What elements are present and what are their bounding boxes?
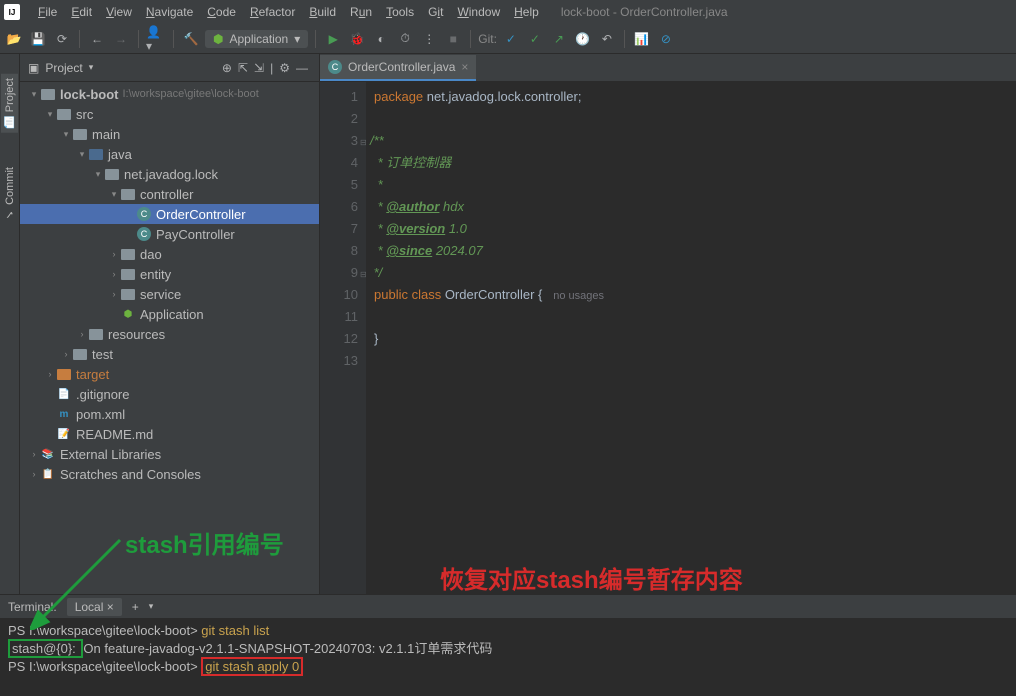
tree-readme[interactable]: 📝README.md — [20, 424, 319, 444]
commit-side-tab[interactable]: ✓ Commit — [1, 163, 18, 225]
code-editor[interactable]: 123 456 789 101112 13 package net.javado… — [320, 82, 1016, 594]
menu-refactor[interactable]: Refactor — [244, 3, 301, 21]
tree-controller[interactable]: ▾controller — [20, 184, 319, 204]
project-side-tab[interactable]: 📄 Project — [1, 74, 18, 133]
tree-scratches[interactable]: ›📋Scratches and Consoles — [20, 464, 319, 484]
tree-test[interactable]: ›test — [20, 344, 319, 364]
tree-order-controller[interactable]: COrderController — [20, 204, 319, 224]
editor-tab-order[interactable]: C OrderController.java × — [320, 55, 476, 81]
git-label: Git: — [478, 32, 497, 46]
tree-main[interactable]: ▾main — [20, 124, 319, 144]
profile-icon[interactable]: ⏱ — [395, 29, 415, 49]
annotation-arrow-icon — [30, 530, 130, 630]
stash-apply-highlight: git stash apply 0 — [201, 657, 303, 676]
back-icon[interactable]: ← — [87, 29, 107, 49]
stats-icon[interactable]: 📊 — [632, 29, 652, 49]
dropdown-icon: ▾ — [294, 32, 300, 46]
terminal-dropdown-icon[interactable]: ▾ — [149, 601, 154, 612]
window-title: lock-boot - OrderController.java — [561, 5, 728, 19]
target-icon[interactable]: ⊕ — [219, 61, 235, 75]
menu-window[interactable]: Window — [451, 3, 506, 21]
close-tab-icon[interactable]: × — [461, 60, 468, 74]
menu-build[interactable]: Build — [303, 3, 342, 21]
hide-icon[interactable]: — — [293, 61, 311, 75]
git-update-icon[interactable]: ✓ — [501, 29, 521, 49]
coverage-icon[interactable]: ◐ — [371, 29, 391, 49]
collapse-icon[interactable]: ⇲ — [251, 61, 267, 75]
terminal-body[interactable]: PS I:\workspace\gitee\lock-boot> git sta… — [0, 618, 1016, 696]
menu-navigate[interactable]: Navigate — [140, 3, 199, 21]
stop-icon[interactable]: ■ — [443, 29, 463, 49]
code-body[interactable]: package net.javadog.lock.controller; ⊟/*… — [366, 82, 1016, 594]
build-icon[interactable]: 🔨 — [181, 29, 201, 49]
git-commit-icon[interactable]: ✓ — [525, 29, 545, 49]
stash-ref-highlight: stash@{0}: — [8, 639, 83, 658]
debug-icon[interactable]: 🐞 — [347, 29, 367, 49]
refresh-icon[interactable]: ⟳ — [52, 29, 72, 49]
run-config-selector[interactable]: ⬢ Application ▾ — [205, 30, 308, 48]
tree-target[interactable]: ›target — [20, 364, 319, 384]
tree-gitignore[interactable]: 📄.gitignore — [20, 384, 319, 404]
menu-file[interactable]: File — [32, 3, 63, 21]
menu-help[interactable]: Help — [508, 3, 545, 21]
project-tree: ▾lock-bootI:\workspace\gitee\lock-boot ▾… — [20, 82, 319, 594]
tree-pay-controller[interactable]: CPayController — [20, 224, 319, 244]
git-history-icon[interactable]: 🕐 — [573, 29, 593, 49]
more-run-icon[interactable]: ⋮ — [419, 29, 439, 49]
gutter: 123 456 789 101112 13 — [320, 82, 366, 594]
menu-run[interactable]: Run — [344, 3, 378, 21]
menu-tools[interactable]: Tools — [380, 3, 420, 21]
editor-tabs: C OrderController.java × — [320, 54, 1016, 82]
tree-src[interactable]: ▾src — [20, 104, 319, 124]
tree-application[interactable]: ⬢Application — [20, 304, 319, 324]
user-icon[interactable]: 👤▾ — [146, 29, 166, 49]
editor-tab-label: OrderController.java — [348, 60, 455, 74]
expand-icon[interactable]: ⇱ — [235, 61, 251, 75]
divider: | — [267, 61, 276, 75]
save-icon[interactable]: 💾 — [28, 29, 48, 49]
spring-icon: ⬢ — [213, 32, 223, 46]
left-side-tabs: 📄 Project ✓ Commit — [0, 54, 20, 594]
menu-code[interactable]: Code — [201, 3, 242, 21]
run-config-label: Application — [229, 32, 288, 46]
menu-edit[interactable]: Edit — [65, 3, 98, 21]
app-logo: IJ — [4, 4, 20, 20]
block-icon[interactable]: ⊘ — [656, 29, 676, 49]
tree-dao[interactable]: ›dao — [20, 244, 319, 264]
project-icon: ▣ — [28, 61, 39, 75]
tree-service[interactable]: ›service — [20, 284, 319, 304]
forward-icon[interactable]: → — [111, 29, 131, 49]
class-icon: C — [328, 60, 342, 74]
title-bar: IJ File Edit View Navigate Code Refactor… — [0, 0, 1016, 24]
main-toolbar: 📂 💾 ⟳ ← → 👤▾ 🔨 ⬢ Application ▾ ▶ 🐞 ◐ ⏱ ⋮… — [0, 24, 1016, 54]
add-terminal-icon[interactable]: + — [132, 600, 139, 614]
git-rollback-icon[interactable]: ↶ — [597, 29, 617, 49]
tree-ext-libs[interactable]: ›📚External Libraries — [20, 444, 319, 464]
project-title[interactable]: Project — [45, 61, 82, 75]
tree-pkg[interactable]: ▾net.javadog.lock — [20, 164, 319, 184]
run-icon[interactable]: ▶ — [323, 29, 343, 49]
tree-resources[interactable]: ›resources — [20, 324, 319, 344]
dropdown-icon[interactable]: ▾ — [89, 62, 94, 73]
tree-root[interactable]: ▾lock-bootI:\workspace\gitee\lock-boot — [20, 84, 319, 104]
open-icon[interactable]: 📂 — [4, 29, 24, 49]
annotation-restore: 恢复对应stash编号暂存内容 — [440, 560, 743, 595]
tree-entity[interactable]: ›entity — [20, 264, 319, 284]
project-panel: ▣ Project ▾ ⊕ ⇱ ⇲ | ⚙ — ▾lock-bootI:\wor… — [20, 54, 320, 594]
editor-area: C OrderController.java × 123 456 789 101… — [320, 54, 1016, 594]
settings-icon[interactable]: ⚙ — [276, 61, 293, 75]
tree-java[interactable]: ▾java — [20, 144, 319, 164]
project-header: ▣ Project ▾ ⊕ ⇱ ⇲ | ⚙ — — [20, 54, 319, 82]
menu-bar: File Edit View Navigate Code Refactor Bu… — [32, 3, 545, 21]
git-push-icon[interactable]: ↗ — [549, 29, 569, 49]
menu-git[interactable]: Git — [422, 3, 449, 21]
terminal-header: Terminal: Local × + ▾ — [0, 594, 1016, 618]
annotation-stash-ref: stash引用编号 — [125, 525, 284, 560]
menu-view[interactable]: View — [100, 3, 138, 21]
tree-pom[interactable]: mpom.xml — [20, 404, 319, 424]
